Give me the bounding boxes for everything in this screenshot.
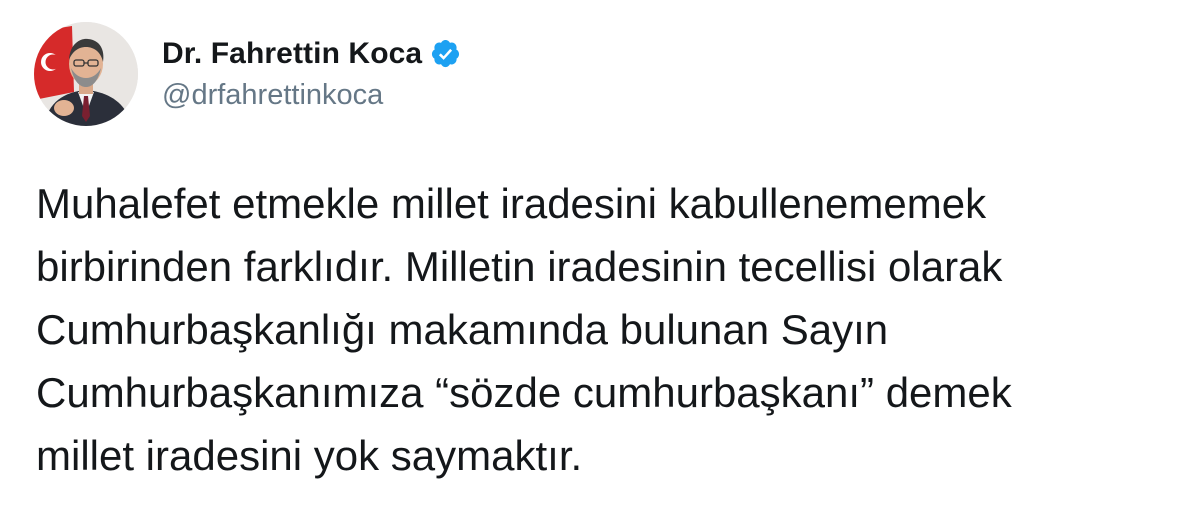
tweet-text: Muhalefet etmekle millet iradesini kabul… xyxy=(36,180,1012,479)
name-row: Dr. Fahrettin Koca xyxy=(162,37,461,71)
tweet-header: Dr. Fahrettin Koca @drfahrettinkoca xyxy=(34,18,461,130)
author-handle[interactable]: @drfahrettinkoca xyxy=(162,79,461,112)
avatar[interactable] xyxy=(34,22,138,126)
profile-photo-icon xyxy=(34,22,138,126)
verified-badge-icon xyxy=(430,38,461,69)
author-display-name[interactable]: Dr. Fahrettin Koca xyxy=(162,37,422,71)
tweet-card: Dr. Fahrettin Koca @drfahrettinkoca Muha… xyxy=(0,0,1200,509)
author-names: Dr. Fahrettin Koca @drfahrettinkoca xyxy=(162,37,461,112)
